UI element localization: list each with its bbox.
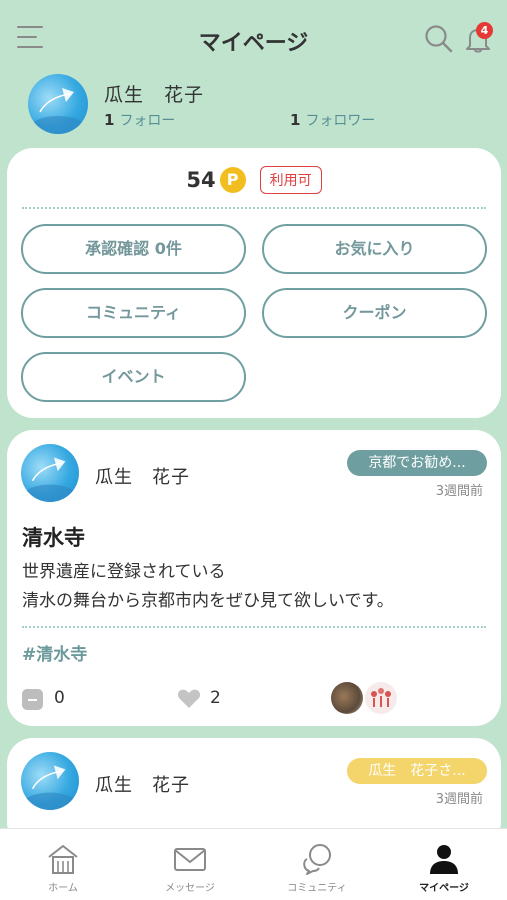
post-body: 世界遺産に登録されている 清水の舞台から京都市内をぜひ見て欲しいです。	[22, 558, 394, 616]
following-count: 1	[104, 111, 115, 129]
community-button[interactable]: コミュニティ	[21, 288, 246, 338]
nav-home-label: ホーム	[48, 883, 78, 894]
heart-icon[interactable]	[177, 687, 201, 709]
post-category-tag[interactable]: 瓜生 花子さ...	[347, 758, 487, 784]
app-header: マイページ 4	[0, 0, 507, 80]
nav-messages-label: メッセージ	[165, 883, 215, 894]
followers-label: フォロワー	[305, 113, 376, 129]
followers-count: 1	[290, 111, 301, 129]
coupon-button[interactable]: クーポン	[262, 288, 487, 338]
comment-icon[interactable]	[22, 689, 43, 710]
nav-mypage-label: マイページ	[419, 883, 469, 894]
post-hashtag[interactable]: #清水寺	[22, 640, 87, 665]
divider	[22, 626, 486, 628]
post-avatar[interactable]	[21, 444, 79, 502]
points-card: 54 P 利用可 承認確認 0件 お気に入り コミュニティ クーポン イベント	[7, 148, 501, 418]
status-badge: 利用可	[259, 166, 322, 194]
liker-avatar[interactable]	[365, 682, 397, 714]
avatar[interactable]	[28, 74, 88, 134]
divider	[22, 207, 486, 209]
post-body-line: 清水の舞台から京都市内をぜひ見て欲しいです。	[22, 591, 394, 611]
post-avatar[interactable]	[21, 752, 79, 810]
comment-count: 0	[54, 688, 65, 708]
approval-button[interactable]: 承認確認 0件	[21, 224, 246, 274]
home-icon	[48, 845, 78, 874]
post-body-line: 世界遺産に登録されている	[22, 562, 226, 582]
following-label: フォロー	[119, 113, 176, 129]
nav-home[interactable]: ホーム	[0, 829, 126, 900]
profile-name: 瓜生 花子	[104, 84, 205, 106]
bottom-nav: ホーム メッセージ コミュニティ マイページ	[0, 828, 507, 900]
post-title: 清水寺	[22, 526, 85, 550]
mail-icon	[174, 848, 206, 871]
event-button[interactable]: イベント	[21, 352, 246, 402]
search-icon[interactable]	[424, 24, 454, 54]
favorites-button[interactable]: お気に入り	[262, 224, 487, 274]
nav-community-label: コミュニティ	[287, 883, 347, 894]
post-timestamp: 3週間前	[435, 484, 483, 499]
nav-community[interactable]: コミュニティ	[254, 829, 380, 900]
nav-messages[interactable]: メッセージ	[127, 829, 253, 900]
notification-badge: 4	[476, 22, 493, 39]
points-value: 54	[186, 168, 216, 192]
points-coin-icon: P	[219, 167, 246, 193]
like-count: 2	[210, 688, 221, 708]
post-author: 瓜生 花子	[95, 775, 190, 796]
followers-stat[interactable]: 1 フォロワー	[290, 110, 375, 130]
nav-mypage[interactable]: マイページ	[381, 829, 507, 900]
post-card[interactable]: 瓜生 花子 京都でお勧め... 3週間前 清水寺 世界遺産に登録されている 清水…	[7, 430, 501, 726]
liker-avatar[interactable]	[331, 682, 363, 714]
following-stat[interactable]: 1 フォロー	[104, 110, 175, 130]
user-icon	[430, 845, 458, 874]
points-row: 54 P 利用可	[7, 164, 501, 196]
chat-bubbles-icon	[303, 844, 331, 875]
post-timestamp: 3週間前	[435, 792, 483, 807]
post-category-tag[interactable]: 京都でお勧め...	[347, 450, 487, 476]
post-author: 瓜生 花子	[95, 467, 190, 488]
